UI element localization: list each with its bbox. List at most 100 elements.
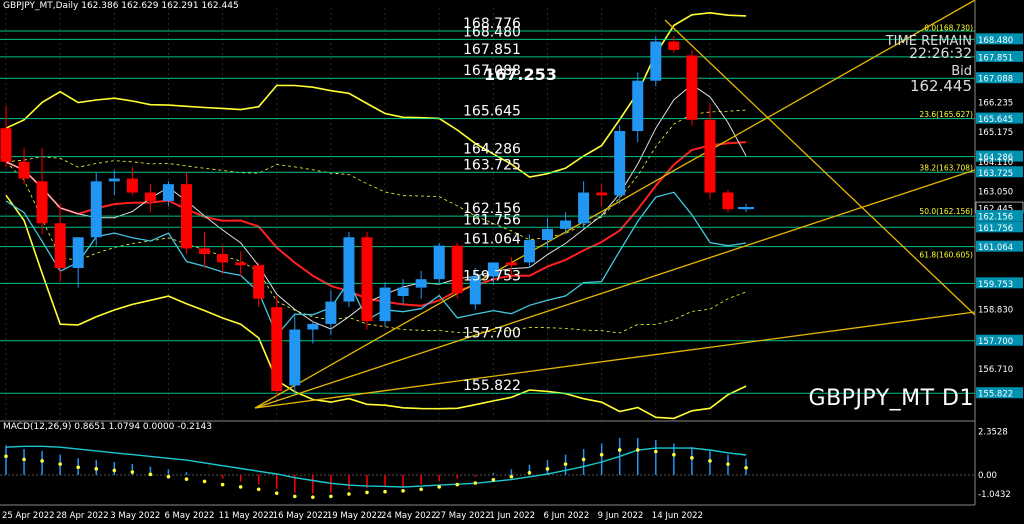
- macd-tick: 0.00: [978, 471, 997, 481]
- price-tick: 163.725: [978, 169, 1013, 179]
- time-tick: 28 Apr 2022: [56, 511, 109, 521]
- price-tick: 165.645: [978, 115, 1013, 125]
- candle-body: [686, 55, 698, 120]
- macd-dot: [599, 452, 604, 457]
- candle-body: [650, 41, 662, 81]
- macd-dot: [419, 487, 423, 492]
- symbol-watermark: GBPJPY_MT D1: [808, 386, 974, 411]
- candle-body: [181, 184, 192, 249]
- fib-label: 50.0(162.156): [919, 207, 973, 216]
- highlight-price: 167.253: [484, 65, 557, 84]
- level-label: 168.480: [463, 24, 521, 40]
- fib-label: 23.6(165.627): [919, 110, 973, 119]
- candle-body: [72, 237, 84, 269]
- macd-dot: [383, 489, 387, 494]
- level-label: 161.064: [463, 232, 521, 248]
- macd-panel: 2.3528 0.00 -1.0432: [0, 420, 1011, 500]
- price-tick: 161.064: [978, 243, 1013, 253]
- fib-label: 38.2(163.708): [919, 164, 973, 173]
- candle-body: [379, 287, 391, 322]
- macd-label: MACD(12,26,9) 0.8651 1.0794 0.0000 -0.21…: [3, 422, 213, 432]
- time-tick: 11 May 2022: [219, 511, 274, 521]
- candle-body: [614, 131, 626, 196]
- candle-body: [361, 237, 373, 322]
- candle-body: [397, 287, 409, 296]
- macd-dot: [311, 495, 315, 499]
- candle-body: [415, 279, 427, 288]
- macd-dot: [4, 454, 8, 459]
- time-tick: 25 Apr 2022: [2, 511, 55, 521]
- macd-dot: [617, 448, 622, 452]
- macd-dot: [581, 457, 586, 462]
- macd-dot: [545, 467, 550, 471]
- time-tick: 19 May 2022: [327, 511, 382, 521]
- candle-body: [704, 119, 716, 193]
- macd-dot: [40, 459, 44, 463]
- macd-dot: [293, 494, 297, 499]
- price-tick: 167.088: [978, 75, 1013, 85]
- time-tick: 24 May 2022: [381, 511, 436, 521]
- macd-dot: [726, 462, 730, 466]
- macd-dot: [130, 470, 135, 474]
- price-tick: 167.851: [978, 53, 1013, 63]
- macd-tick: 2.3528: [978, 427, 1008, 437]
- candle-body: [162, 184, 174, 201]
- candle-body: [36, 181, 48, 224]
- macd-dot: [455, 482, 460, 487]
- macd-tick: -1.0432: [978, 490, 1011, 500]
- candle-body: [199, 248, 211, 255]
- macd-dot: [329, 494, 333, 499]
- trend-lines: [254, 0, 976, 409]
- bid-value: 162.445: [909, 77, 972, 95]
- macd-dot: [184, 477, 189, 481]
- macd-dot: [220, 482, 225, 487]
- candle-body: [289, 329, 301, 386]
- trend-line: [254, 0, 976, 409]
- macd-dot: [708, 459, 712, 463]
- macd-dot: [238, 485, 243, 489]
- level-label: 155.822: [463, 378, 521, 394]
- macd-dot: [401, 489, 405, 493]
- candle-body: [451, 245, 463, 294]
- candle-body: [542, 228, 553, 241]
- candle-body: [505, 262, 517, 266]
- level-label: 161.756: [463, 212, 521, 228]
- macd-dot: [94, 467, 99, 471]
- time-tick: 27 May 2022: [435, 511, 490, 521]
- macd-dot: [635, 448, 640, 452]
- level-label: 159.753: [463, 268, 521, 284]
- candle-body: [54, 223, 66, 269]
- price-tick: 156.710: [978, 365, 1013, 375]
- candle-body: [325, 301, 337, 324]
- macd-dot: [202, 479, 207, 484]
- candle-body: [90, 181, 102, 238]
- macd-dot: [256, 487, 261, 492]
- time-tick: 6 Jun 2022: [544, 511, 590, 521]
- candle-body: [433, 245, 445, 280]
- time-tick: 16 May 2022: [273, 511, 328, 521]
- price-tick: 163.050: [978, 188, 1013, 198]
- price-tick: 159.753: [978, 280, 1013, 290]
- candle-body: [307, 323, 319, 330]
- time-remain-value: 22:26:32: [909, 46, 972, 62]
- candle-body: [523, 240, 535, 263]
- time-tick: 9 Jun 2022: [598, 511, 644, 521]
- candle-body: [722, 192, 734, 210]
- macd-dot: [690, 456, 694, 460]
- time-tick: 14 Jun 2022: [652, 511, 703, 521]
- level-label: 167.851: [463, 42, 521, 58]
- time-tick: 3 May 2022: [110, 511, 160, 521]
- macd-dot: [654, 449, 658, 454]
- fib-label: 0.0(168.730): [924, 23, 973, 32]
- macd-dot: [672, 452, 676, 457]
- fib-label: 61.8(160.605): [919, 250, 973, 259]
- candle-body: [343, 237, 355, 302]
- candle-body: [596, 192, 608, 196]
- price-tick: 162.156: [978, 213, 1013, 223]
- macd-dot: [744, 465, 748, 470]
- macd-dot: [347, 492, 351, 496]
- level-label: 157.700: [463, 326, 521, 342]
- price-tick: 161.756: [978, 224, 1013, 234]
- candle-body: [18, 161, 30, 179]
- candle-body: [578, 192, 590, 224]
